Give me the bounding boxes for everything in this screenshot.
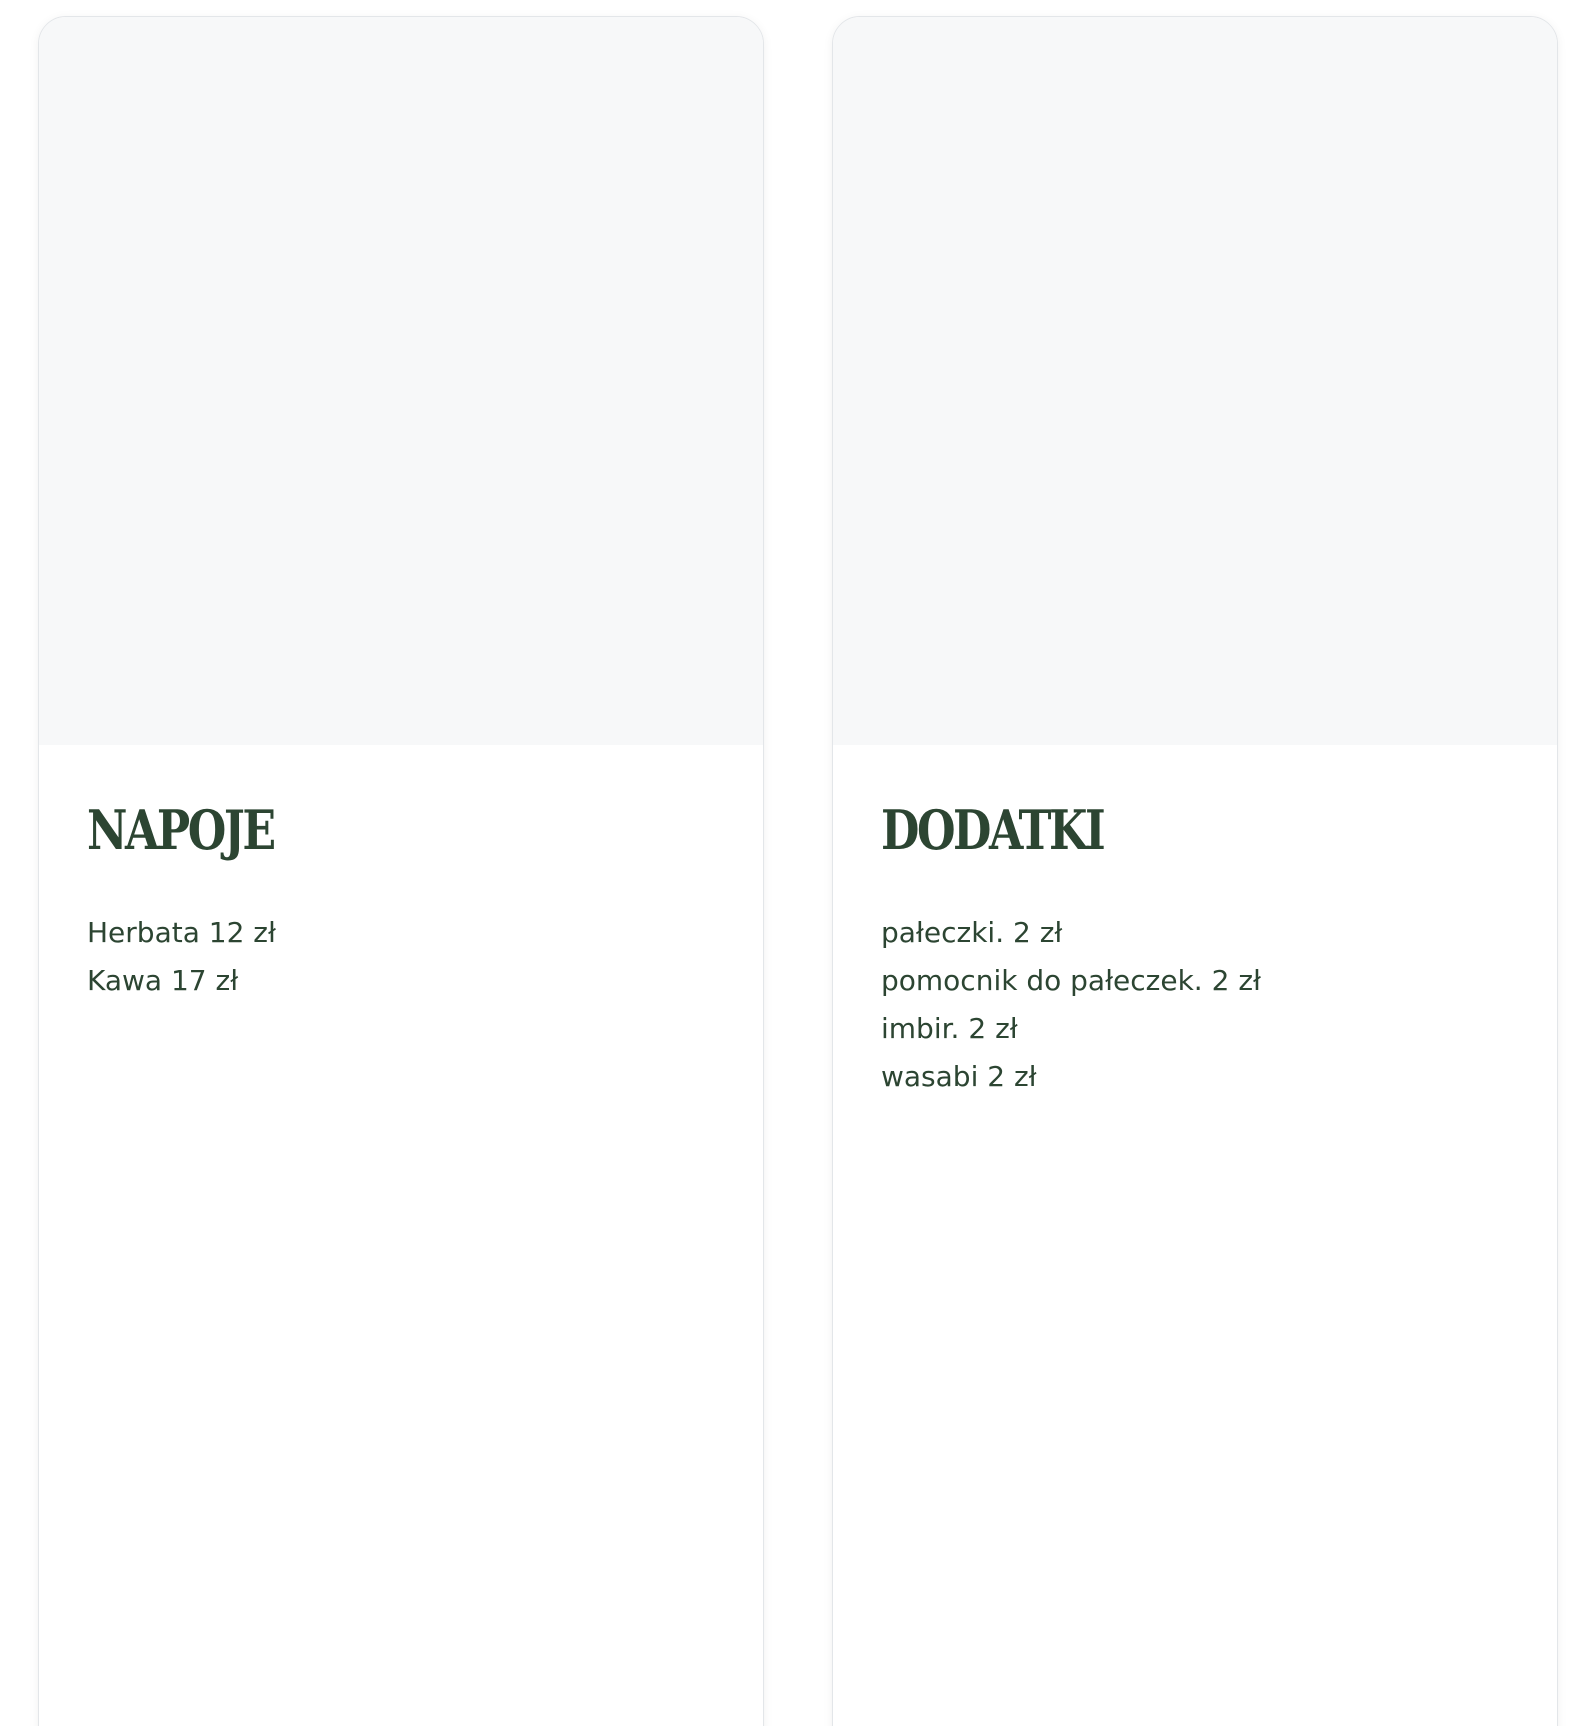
card-image-placeholder xyxy=(833,17,1557,745)
menu-item: wasabi 2 zł xyxy=(881,1060,1037,1093)
menu-item-list: Herbata 12 zł Kawa 17 zł xyxy=(87,909,763,1005)
menu-item: Herbata 12 zł xyxy=(87,916,276,949)
card-body: NAPOJE Herbata 12 zł Kawa 17 zł xyxy=(39,745,763,1005)
menu-item: Kawa 17 zł xyxy=(87,964,239,997)
card-title: NAPOJE xyxy=(87,798,276,862)
menu-item: pomocnik do pałeczek. 2 zł xyxy=(881,964,1261,997)
menu-page: NAPOJE Herbata 12 zł Kawa 17 zł DODATKI … xyxy=(0,0,1592,1726)
menu-item-list: pałeczki. 2 zł pomocnik do pałeczek. 2 z… xyxy=(881,909,1557,1101)
menu-item: imbir. 2 zł xyxy=(881,1012,1018,1045)
menu-card-napoje: NAPOJE Herbata 12 zł Kawa 17 zł xyxy=(38,16,764,1726)
menu-card-dodatki: DODATKI pałeczki. 2 zł pomocnik do pałec… xyxy=(832,16,1558,1726)
card-title: DODATKI xyxy=(881,798,1106,862)
card-image-placeholder xyxy=(39,17,763,745)
menu-item: pałeczki. 2 zł xyxy=(881,916,1063,949)
card-body: DODATKI pałeczki. 2 zł pomocnik do pałec… xyxy=(833,745,1557,1101)
